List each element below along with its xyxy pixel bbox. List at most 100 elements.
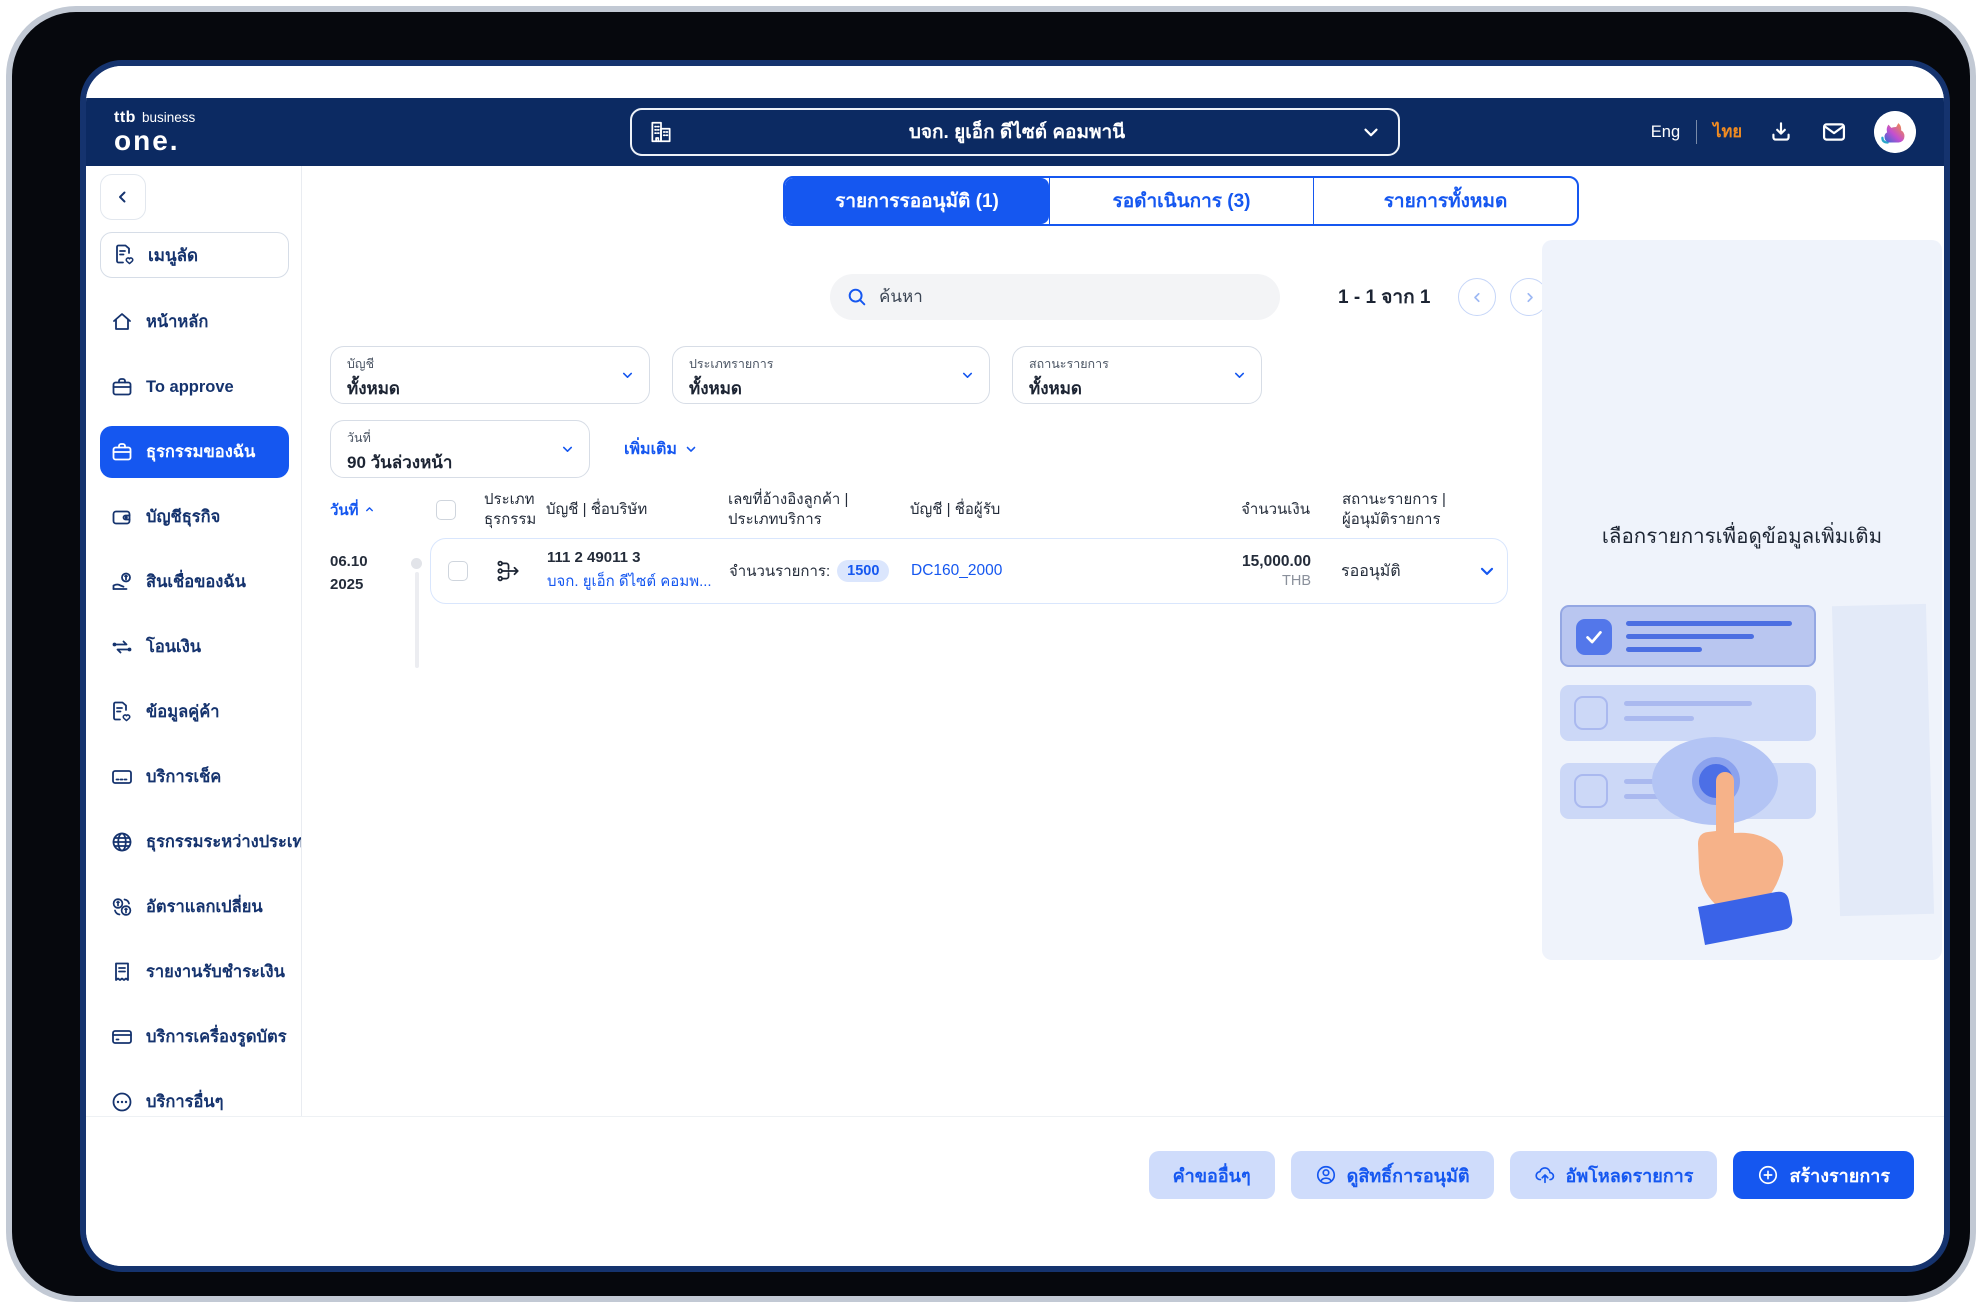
filter-date-select[interactable]: วันที่ 90 วันล่วงหน้า	[330, 420, 590, 478]
sidebar-item-cheque-services[interactable]: บริการเช็ค	[100, 751, 289, 803]
filter-value: ทั้งหมด	[689, 375, 973, 402]
logo-one: one.	[114, 127, 195, 155]
checked-checkbox-icon	[1576, 619, 1612, 655]
language-switch: Eng ไทย	[1651, 119, 1742, 145]
sidebar-item-home[interactable]: หน้าหลัก	[100, 296, 289, 348]
mail-icon[interactable]	[1820, 118, 1848, 146]
receipt-icon	[110, 960, 134, 984]
cheque-icon	[110, 765, 134, 789]
sidebar-item-other-services[interactable]: บริการอื่นๆ	[100, 1076, 289, 1116]
tab-all-items[interactable]: รายการทั้งหมด	[1313, 178, 1577, 224]
sidebar: เมนูลัด หน้าหลัก To approve ธุรกรรมของฉั…	[86, 166, 302, 1116]
view-approval-rights-button[interactable]: ดูสิทธิ์การอนุมัติ	[1291, 1151, 1494, 1199]
search-box[interactable]	[830, 274, 1280, 320]
sidebar-item-label: บัญชีธุรกิจ	[146, 504, 220, 530]
briefcase-icon	[110, 375, 134, 399]
sidebar-item-transfer[interactable]: โอนเงิน	[100, 621, 289, 673]
person-circle-icon	[1315, 1164, 1337, 1186]
app-header: ttb business one. บจก. ยูเอ็ก ดีไซต์ คอม…	[86, 98, 1944, 166]
search-input[interactable]	[879, 287, 1264, 307]
pagination-count: 1 - 1 จาก 1	[1338, 282, 1430, 312]
create-item-button[interactable]: สร้างรายการ	[1733, 1151, 1914, 1199]
other-requests-button[interactable]: คำขออื่นๆ	[1149, 1151, 1275, 1199]
currency-label: THB	[1157, 573, 1311, 589]
other-icon	[110, 1090, 134, 1114]
sidebar-item-label: หน้าหลัก	[146, 309, 208, 335]
button-label: คำขออื่นๆ	[1173, 1161, 1251, 1190]
top-strip	[86, 66, 1944, 98]
building-icon	[648, 119, 674, 145]
more-filters-link[interactable]: เพิ่มเติม	[624, 437, 698, 462]
column-header-receiver: บัญชี | ชื่อผู้รับ	[910, 500, 1156, 520]
sidebar-item-label: โอนเงิน	[146, 634, 201, 660]
card-machine-icon	[110, 1025, 134, 1049]
illustration-row	[1560, 685, 1816, 741]
briefcase-icon	[110, 440, 134, 464]
pagination-prev-button[interactable]	[1458, 278, 1496, 316]
sidebar-item-label: อัตราแลกเปลี่ยน	[146, 894, 263, 920]
lang-eng[interactable]: Eng	[1651, 123, 1680, 142]
empty-state-text: เลือกรายการเพื่อดูข้อมูลเพิ่มเติม	[1542, 520, 1942, 553]
plus-circle-icon	[1757, 1164, 1779, 1186]
upload-items-button[interactable]: อัพโหลดรายการ	[1510, 1151, 1718, 1199]
sidebar-item-label: สินเชื่อของฉัน	[146, 569, 246, 595]
column-header-amount: จำนวนเงิน	[1156, 500, 1316, 520]
sidebar-item-shortcut-menu[interactable]: เมนูลัด	[100, 232, 289, 278]
sidebar-item-my-transactions[interactable]: ธุรกรรมของฉัน	[100, 426, 289, 478]
company-selector[interactable]: บจก. ยูเอ็ก ดีไซต์ คอมพานี	[630, 108, 1400, 156]
sidebar-item-label: รายงานรับชำระเงิน	[146, 959, 285, 985]
document-heart-icon	[113, 243, 137, 267]
row-reference-cell: จำนวนรายการ: 1500	[729, 559, 911, 583]
filter-value: ทั้งหมด	[1029, 375, 1245, 402]
user-avatar[interactable]	[1874, 111, 1916, 153]
sidebar-item-partners[interactable]: ข้อมูลคู่ค้า	[100, 686, 289, 738]
company-name-link[interactable]: บจก. ยูเอ็ก ดีไซต์ คอมพ...	[547, 569, 729, 593]
sidebar-item-payment-report[interactable]: รายงานรับชำระเงิน	[100, 946, 289, 998]
document-heart-icon	[110, 700, 134, 724]
sidebar-item-card-machine[interactable]: บริการเครื่องรูดบัตร	[100, 1011, 289, 1063]
sidebar-item-label: ข้อมูลคู่ค้า	[146, 699, 220, 725]
sidebar-item-business-accounts[interactable]: บัญชีธุรกิจ	[100, 491, 289, 543]
row-checkbox[interactable]	[448, 561, 468, 581]
sidebar-item-exchange-rate[interactable]: อัตราแลกเปลี่ยน	[100, 881, 289, 933]
chevron-down-icon	[960, 368, 975, 383]
sidebar-item-label: บริการเครื่องรูดบัตร	[146, 1024, 287, 1050]
wallet-icon	[110, 505, 134, 529]
table-header: วันที่ ประเภทธุรกรรม บัญชี | ชื่อบริษัท …	[330, 490, 1508, 529]
filter-label: วันที่	[347, 428, 573, 448]
filter-type-select[interactable]: ประเภทรายการ ทั้งหมด	[672, 346, 990, 404]
sidebar-item-my-loans[interactable]: สินเชื่อของฉัน	[100, 556, 289, 608]
sort-asc-icon	[364, 504, 375, 515]
sidebar-item-label: ธุรกรรมระหว่างประเทศ	[146, 829, 302, 855]
cloud-upload-icon	[1534, 1164, 1556, 1186]
column-header-type: ประเภทธุรกรรม	[484, 490, 546, 529]
sidebar-item-label: บริการเช็ค	[146, 764, 221, 790]
sidebar-item-label: เมนูลัด	[148, 242, 198, 269]
filter-account-select[interactable]: บัญชี ทั้งหมด	[330, 346, 650, 404]
tab-in-progress[interactable]: รอดำเนินการ (3)	[1049, 178, 1313, 224]
search-icon	[846, 286, 868, 308]
sidebar-item-to-approve[interactable]: To approve	[100, 361, 289, 413]
bulk-transfer-icon	[485, 558, 547, 584]
sidebar-collapse-button[interactable]	[100, 174, 146, 220]
more-filters-label: เพิ่มเติม	[624, 437, 677, 462]
row-date: 06.10 2025	[330, 538, 430, 604]
filter-label: บัญชี	[347, 354, 633, 374]
row-expand-chevron-icon[interactable]	[1467, 561, 1507, 581]
transaction-row-card[interactable]: 111 2 49011 3 บจก. ยูเอ็ก ดีไซต์ คอมพ...…	[430, 538, 1508, 604]
items-count-badge: 1500	[837, 560, 889, 582]
select-all-checkbox[interactable]	[436, 500, 456, 520]
button-label: สร้างรายการ	[1789, 1161, 1890, 1190]
timeline-line	[415, 572, 419, 668]
service-code-link[interactable]: DC160_2000	[911, 562, 1157, 580]
filter-status-select[interactable]: สถานะรายการ ทั้งหมด	[1012, 346, 1262, 404]
column-header-account: บัญชี | ชื่อบริษัท	[546, 500, 728, 520]
tab-pending-approval[interactable]: รายการรออนุมัติ (1)	[785, 178, 1049, 224]
exchange-icon	[110, 895, 134, 919]
column-header-date[interactable]: วันที่	[330, 490, 430, 529]
lang-thai[interactable]: ไทย	[1713, 119, 1742, 145]
logo-business: business	[142, 111, 195, 125]
download-icon[interactable]	[1768, 119, 1794, 145]
pointing-hand-icon	[1668, 771, 1818, 951]
sidebar-item-international[interactable]: ธุรกรรมระหว่างประเทศ	[100, 816, 289, 868]
